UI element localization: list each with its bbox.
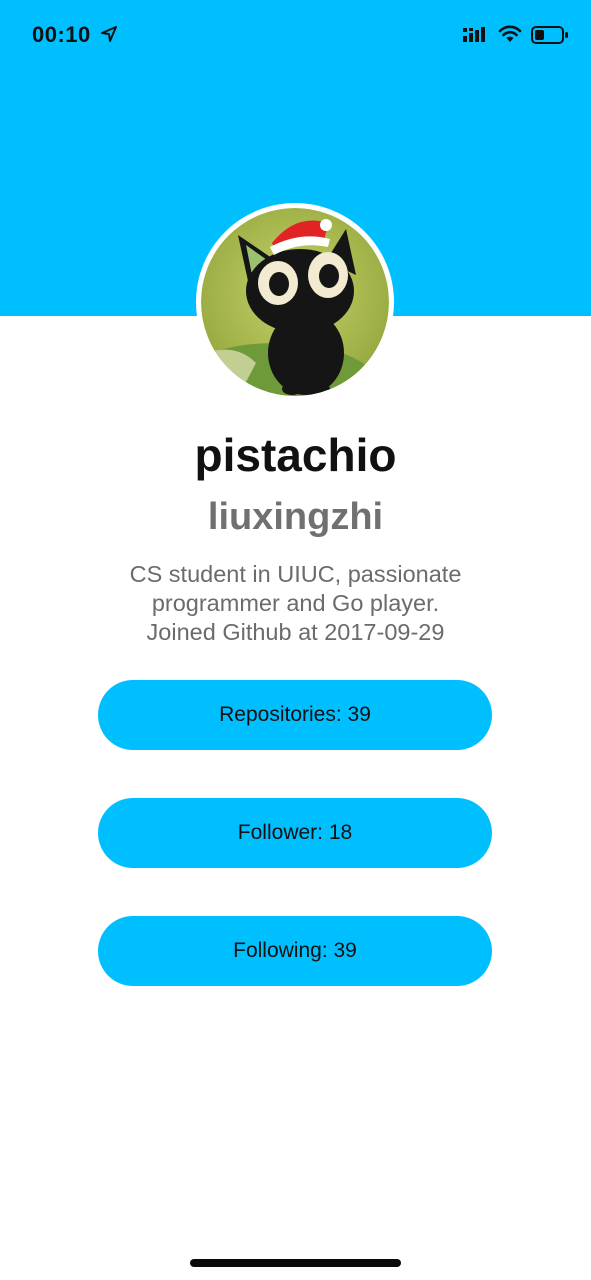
battery-icon xyxy=(531,25,569,45)
cellular-signal-icon xyxy=(463,26,489,44)
status-time: 00:10 xyxy=(32,22,91,47)
real-name: liuxingzhi xyxy=(207,496,384,538)
cat-avatar-image xyxy=(197,204,393,400)
bio-line: CS student in UIUC, passionate xyxy=(129,561,462,587)
username: pistachio xyxy=(194,429,397,481)
following-label: Following: 39 xyxy=(233,939,357,962)
repositories-button[interactable]: Repositories: 39 xyxy=(98,680,492,750)
follower-label: Follower: 18 xyxy=(237,821,353,844)
bio-line: programmer and Go player. xyxy=(151,590,440,616)
following-button[interactable]: Following: 39 xyxy=(98,916,492,986)
avatar xyxy=(196,203,394,401)
repositories-label: Repositories: 39 xyxy=(219,703,371,726)
wifi-icon xyxy=(498,24,522,44)
bio-line: Joined Github at 2017-09-29 xyxy=(146,619,445,645)
profile-bio: CS student in UIUC, passionate programme… xyxy=(70,560,521,647)
follower-button[interactable]: Follower: 18 xyxy=(98,798,492,868)
location-arrow-icon xyxy=(101,26,117,42)
home-indicator[interactable] xyxy=(190,1259,401,1267)
status-bar: 00:10 xyxy=(0,0,591,70)
